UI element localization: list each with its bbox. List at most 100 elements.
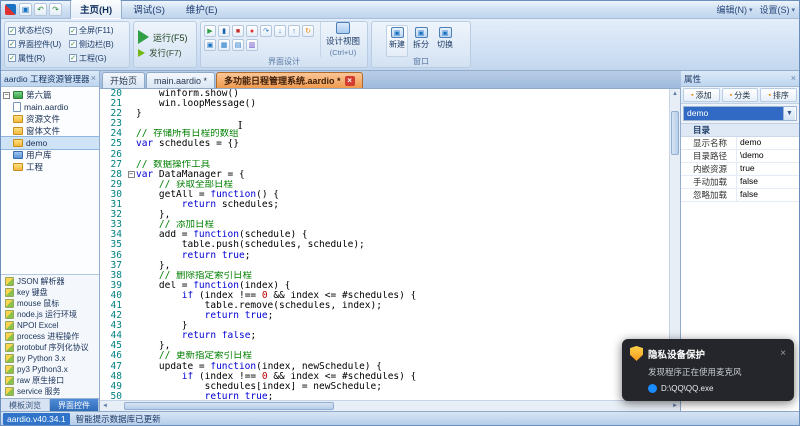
sidebar-tab[interactable]: 模板浏览 xyxy=(1,399,50,411)
library-item[interactable]: raw 原生接口 xyxy=(1,375,99,386)
scroll-up-icon[interactable]: ▲ xyxy=(670,89,680,99)
redo-icon[interactable]: ↷ xyxy=(49,3,62,16)
document-tab[interactable]: main.aardio * xyxy=(146,72,215,88)
code-view-icon[interactable]: ▥ xyxy=(246,39,258,51)
run-button[interactable]: 运行(F5) xyxy=(138,30,192,44)
props-toolbar-button[interactable]: ▪添加 xyxy=(683,88,720,102)
titlebar-menu[interactable]: 编辑(N)▾ xyxy=(716,3,752,16)
grid-view-icon[interactable]: ▦ xyxy=(218,39,230,51)
view-toggle[interactable]: ✓界面控件(U) xyxy=(8,38,65,52)
view-toggle[interactable]: ✓工程(G) xyxy=(69,51,126,65)
property-row[interactable]: 内嵌资源true xyxy=(681,163,799,176)
step-out-icon[interactable]: ↑ xyxy=(288,25,300,37)
property-row[interactable]: 显示名称demo xyxy=(681,137,799,150)
library-item[interactable]: process 进程操作 xyxy=(1,331,99,342)
code-line[interactable]: 21 win.loopMessage() xyxy=(100,99,669,109)
property-row[interactable]: 目录路径\demo xyxy=(681,150,799,163)
tree-item[interactable]: 用户库 xyxy=(1,149,99,161)
props-toolbar-button[interactable]: ▪分类 xyxy=(722,88,759,102)
library-item[interactable]: node.js 运行环境 xyxy=(1,309,99,320)
version-link[interactable]: aardio.v40.34.1 xyxy=(3,413,70,425)
code-line[interactable]: 23 xyxy=(100,119,669,129)
menu-tab[interactable]: 主页(H) xyxy=(70,0,122,19)
library-item[interactable]: key 键盘 xyxy=(1,287,99,298)
code-line[interactable]: 37 }, xyxy=(100,261,669,271)
code-line[interactable]: 42 return true; xyxy=(100,311,669,321)
code-line[interactable]: 50 return true; xyxy=(100,392,669,400)
close-icon[interactable]: × xyxy=(345,76,355,86)
code-line[interactable]: 38 // 删除指定索引日程 xyxy=(100,271,669,281)
view-toggle[interactable]: ✓状态栏(S) xyxy=(8,24,65,38)
scroll-left-icon[interactable]: ◄ xyxy=(100,403,110,409)
window-button[interactable]: ▣拆分 xyxy=(410,25,432,57)
library-item[interactable]: py Python 3.x xyxy=(1,353,99,364)
code-line[interactable]: 20 winform.show() xyxy=(100,89,669,99)
library-item[interactable]: py3 Python3.x xyxy=(1,364,99,375)
close-icon[interactable]: × xyxy=(91,74,96,83)
window-button[interactable]: ▣切换 xyxy=(434,25,456,57)
menu-tab[interactable]: 维护(E) xyxy=(176,0,228,19)
code-line[interactable]: 35 table.push(schedules, schedule); xyxy=(100,240,669,250)
code-line[interactable]: 49 schedules[index] = newSchedule; xyxy=(100,382,669,392)
code-line[interactable]: 40 if (index !== 0 && index <= #schedule… xyxy=(100,291,669,301)
step-over-icon[interactable]: ↷ xyxy=(260,25,272,37)
code-editor[interactable]: 20 winform.show()21 win.loopMessage()22}… xyxy=(100,89,681,411)
notification-app-row[interactable]: D:\QQ\QQ.exe xyxy=(648,384,786,393)
property-group-header[interactable]: 目录 xyxy=(681,124,799,137)
view-toggle[interactable]: ✓属性(R) xyxy=(8,51,65,65)
debug-stop-icon[interactable]: ■ xyxy=(232,25,244,37)
props-toolbar-button[interactable]: ▪排序 xyxy=(760,88,797,102)
step-into-icon[interactable]: ↓ xyxy=(274,25,286,37)
save-icon[interactable]: ▣ xyxy=(19,3,32,16)
layout-icon[interactable]: ▤ xyxy=(232,39,244,51)
library-item[interactable]: protobuf 序列化协议 xyxy=(1,342,99,353)
code-line[interactable]: 43 } xyxy=(100,321,669,331)
sidebar-tab[interactable]: 界面控件 xyxy=(50,399,99,411)
breakpoint-icon[interactable]: ● xyxy=(246,25,258,37)
code-line[interactable]: 47 update = function(index, newSchedule)… xyxy=(100,362,669,372)
document-tab[interactable]: 开始页 xyxy=(102,72,145,88)
code-line[interactable]: 31 return schedules; xyxy=(100,200,669,210)
code-line[interactable]: 36 return true; xyxy=(100,251,669,261)
code-line[interactable]: 29 // 获取全部日程 xyxy=(100,180,669,190)
design-view-button[interactable]: 设计视图 (Ctrl+U) xyxy=(320,22,365,57)
code-line[interactable]: 44 return false; xyxy=(100,331,669,341)
code-line[interactable]: 27// 数据操作工具 xyxy=(100,160,669,170)
fold-marker-icon[interactable]: − xyxy=(128,171,135,178)
library-item[interactable]: service 服务 xyxy=(1,386,99,397)
document-tab[interactable]: 多功能日程管理系统.aardio *× xyxy=(216,72,363,88)
code-line[interactable]: 39 del = function(index) { xyxy=(100,281,669,291)
library-item[interactable]: mouse 鼠标 xyxy=(1,298,99,309)
code-line[interactable]: 33 // 添加日程 xyxy=(100,220,669,230)
publish-button[interactable]: 发行(F7) xyxy=(138,47,192,59)
library-item[interactable]: JSON 解析器 xyxy=(1,276,99,287)
tree-item[interactable]: demo xyxy=(1,137,99,149)
undo-icon[interactable]: ↶ xyxy=(34,3,47,16)
menu-tab[interactable]: 调试(S) xyxy=(123,0,175,19)
code-line[interactable]: 34 add = function(schedule) { xyxy=(100,230,669,240)
code-line[interactable]: 48 if (index !== 0 && index <= #schedule… xyxy=(100,372,669,382)
tree-item[interactable]: −第六篇 xyxy=(1,89,99,101)
code-line[interactable]: 46 // 更新指定索引日程 xyxy=(100,351,669,361)
titlebar-menu[interactable]: 设置(S)▾ xyxy=(759,3,795,16)
horizontal-scrollbar[interactable]: ◄ ► xyxy=(100,400,680,411)
vertical-scroll-thumb[interactable] xyxy=(671,111,679,155)
refresh-icon[interactable]: ↻ xyxy=(302,25,314,37)
close-icon[interactable]: × xyxy=(791,74,796,83)
chevron-down-icon[interactable]: ▼ xyxy=(783,107,795,120)
debug-run-icon[interactable]: ▶ xyxy=(204,25,216,37)
code-line[interactable]: 24// 存储所有日程的数组 xyxy=(100,129,669,139)
tree-item[interactable]: 资源文件 xyxy=(1,113,99,125)
horizontal-scroll-thumb[interactable] xyxy=(124,402,334,410)
window-button[interactable]: ▣新建 xyxy=(386,25,408,57)
code-line[interactable]: 28−var DataManager = { xyxy=(100,170,669,180)
library-item[interactable]: NPOI Excel xyxy=(1,320,99,331)
view-toggle[interactable]: ✓全屏(F11) xyxy=(69,24,126,38)
tree-item[interactable]: main.aardio xyxy=(1,101,99,113)
property-row[interactable]: 手动加载false xyxy=(681,176,799,189)
scroll-right-icon[interactable]: ► xyxy=(670,403,680,409)
expander-icon[interactable]: − xyxy=(3,92,10,99)
code-line[interactable]: 32 }, xyxy=(100,210,669,220)
object-selector[interactable]: demo ▼ xyxy=(683,106,797,121)
property-row[interactable]: 忽略加载false xyxy=(681,189,799,202)
